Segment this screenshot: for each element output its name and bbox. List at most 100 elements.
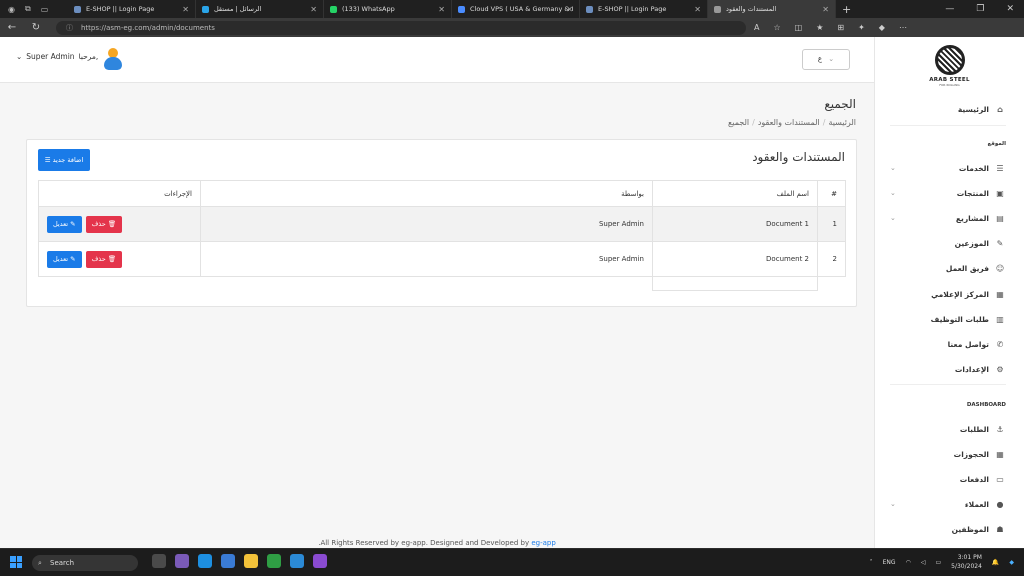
sidebar-item[interactable]: الموظفين ☗: [890, 521, 1006, 537]
search-icon: ⌕: [38, 559, 42, 567]
browser-tab[interactable]: Cloud VPS ( USA & Germany & I ✕: [452, 0, 580, 18]
task-view-icon[interactable]: [152, 554, 166, 568]
teams-icon[interactable]: [175, 554, 189, 568]
extensions-icon[interactable]: ✦: [858, 23, 865, 32]
refresh-icon[interactable]: ↻: [24, 22, 48, 33]
row-number: 1: [817, 206, 846, 242]
sidebar-item[interactable]: الإعدادات ⚙: [890, 362, 1006, 378]
copilot-icon[interactable]: ◆: [879, 23, 885, 32]
browser-tab[interactable]: (133) WhatsApp ✕: [324, 0, 452, 18]
browser-tab[interactable]: الرسائل | مستقل ✕: [196, 0, 324, 18]
new-tab-button[interactable]: +: [836, 3, 857, 16]
add-new-button[interactable]: ☰ اضافة جديد: [38, 149, 90, 171]
edge-icon[interactable]: [198, 554, 212, 568]
sidebar-item[interactable]: الحجوزات ▦: [890, 446, 1006, 462]
delete-label: حذف: [91, 219, 106, 228]
store-icon[interactable]: [221, 554, 235, 568]
close-tab-icon[interactable]: ✕: [822, 5, 829, 14]
sidebar-item-label: العملاء: [964, 499, 989, 509]
sidebar-item[interactable]: ⌄ المنتجات ▣: [890, 185, 1006, 201]
back-icon[interactable]: ←: [0, 22, 24, 33]
split-screen-icon[interactable]: ◫: [795, 23, 803, 32]
avatar[interactable]: [103, 48, 123, 70]
file-explorer-icon[interactable]: [244, 554, 258, 568]
browser-tab[interactable]: E-SHOP || Login Page ✕: [68, 0, 196, 18]
close-window-icon[interactable]: ✕: [1006, 4, 1014, 14]
sidebar-item[interactable]: الموزعين ✎: [890, 236, 1006, 252]
sidebar-item-label: الدفعات: [959, 474, 989, 484]
sidebar-item-label: تواصل معنا: [947, 339, 989, 349]
volume-icon[interactable]: ◁: [921, 559, 926, 566]
profile-icon[interactable]: ◉: [8, 5, 15, 14]
system-tray: ˄ ENG ◠ ◁ ▭ 3:01 PM 5/30/2024 🔔 ◆: [870, 553, 1014, 571]
minimize-icon[interactable]: —: [945, 4, 954, 14]
vscode-icon[interactable]: [290, 554, 304, 568]
close-tab-icon[interactable]: ✕: [694, 5, 701, 14]
sidebar-item[interactable]: الطلبات ⚓: [890, 421, 1006, 437]
sidebar-item[interactable]: المركز الإعلامي ▦: [890, 286, 1006, 302]
card-title: المستندات والعقود: [752, 150, 845, 164]
sidebar-item[interactable]: الدفعات ▭: [890, 471, 1006, 487]
taskbar-search[interactable]: ⌕ Search: [32, 555, 138, 571]
close-tab-icon[interactable]: ✕: [182, 5, 189, 14]
sidebar-item[interactable]: تواصل معنا ✆: [890, 336, 1006, 352]
wifi-icon[interactable]: ◠: [906, 559, 911, 566]
battery-icon[interactable]: ▭: [935, 559, 941, 566]
tab-title: E-SHOP || Login Page: [598, 5, 667, 13]
close-tab-icon[interactable]: ✕: [438, 5, 445, 14]
app-icon[interactable]: [267, 554, 281, 568]
browser-tab[interactable]: المستندات والعقود ✕: [708, 0, 836, 18]
tab-favicon-icon: [74, 5, 81, 13]
search-label: Search: [50, 559, 75, 567]
breadcrumb-home[interactable]: الرئيسية: [828, 118, 856, 127]
sidebar-item[interactable]: طلبات التوظيف ▥: [890, 311, 1006, 327]
tab-actions-icon[interactable]: ▭: [41, 5, 49, 14]
site-info-icon[interactable]: ⓘ: [66, 24, 73, 32]
favorites-icon[interactable]: ★: [816, 23, 823, 32]
tab-title: E-SHOP || Login Page: [86, 5, 155, 13]
windows-start-icon[interactable]: [10, 556, 22, 568]
sidebar-item[interactable]: ⌄ المشاريع ▤: [890, 210, 1006, 226]
close-tab-icon[interactable]: ✕: [310, 5, 317, 14]
language-indicator[interactable]: ENG: [883, 559, 896, 566]
footer-link[interactable]: eg-app: [531, 539, 555, 547]
sidebar-item[interactable]: ⌄ الخدمات ☰: [890, 160, 1006, 176]
url-field[interactable]: ⓘ https://asm-eg.com/admin/documents: [56, 20, 746, 35]
more-icon[interactable]: ⋯: [899, 23, 907, 32]
sidebar-item-label: طلبات التوظيف: [930, 314, 989, 324]
clock[interactable]: 3:01 PM 5/30/2024: [951, 553, 982, 571]
maximize-icon[interactable]: ❐: [976, 4, 984, 14]
read-aloud-icon[interactable]: A: [754, 23, 759, 32]
visual-studio-icon[interactable]: [313, 554, 327, 568]
language-value: ع: [817, 55, 823, 63]
edit-button[interactable]: ✎ تعديل: [47, 250, 82, 268]
gear-icon: ⚙: [996, 365, 1004, 375]
sidebar-item-home[interactable]: الرئيسية ⌂: [890, 101, 1006, 117]
delete-button[interactable]: 🗑 حذف: [85, 215, 123, 233]
pen-icon: ✎: [996, 239, 1004, 249]
sidebar-item-label: الرئيسية: [957, 104, 989, 114]
table-header-row: # اسم الملف بواسطة الإجراءات: [38, 180, 846, 207]
brand-logo[interactable]: ARAB STEEL FOR ROLLING: [929, 45, 971, 87]
sidebar-item[interactable]: ⌄ العملاء ●: [890, 496, 1006, 512]
delete-button[interactable]: 🗑 حذف: [85, 250, 123, 268]
sidebar-item-label: فريق العمل: [945, 264, 989, 274]
favorite-icon[interactable]: ☆: [773, 23, 780, 32]
row-created-by: Super Admin: [200, 241, 653, 277]
tab-list: E-SHOP || Login Page ✕ الرسائل | مستقل ✕ (13…: [68, 0, 836, 18]
tray-chevron-icon[interactable]: ˄: [870, 559, 873, 566]
browser-tab[interactable]: E-SHOP || Login Page ✕: [580, 0, 708, 18]
workspaces-icon[interactable]: ⧉: [25, 4, 31, 14]
tab-title: المستندات والعقود: [726, 5, 777, 13]
notifications-icon[interactable]: 🔔: [992, 559, 999, 566]
breadcrumb-documents[interactable]: المستندات والعقود: [758, 118, 820, 127]
sidebar-item[interactable]: فريق العمل ☺: [890, 261, 1006, 277]
language-select[interactable]: ع ⌄: [802, 49, 850, 70]
user-menu[interactable]: ⌄ Super Admin مرحبا,: [16, 52, 98, 61]
collections-icon[interactable]: ⊞: [837, 23, 844, 32]
close-tab-icon[interactable]: ✕: [566, 5, 573, 14]
trash-icon: 🗑: [107, 254, 117, 263]
documents-table: # اسم الملف بواسطة الإجراءات 1 Document …: [38, 180, 846, 291]
copilot-taskbar-icon[interactable]: ◆: [1009, 559, 1014, 566]
edit-button[interactable]: ✎ تعديل: [47, 215, 82, 233]
